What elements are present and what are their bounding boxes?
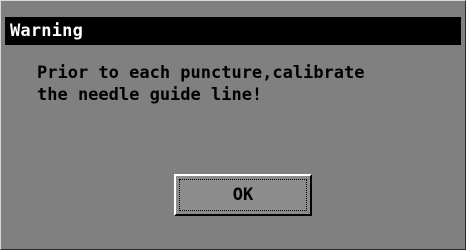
ok-button[interactable]: OK (174, 174, 312, 216)
message-line-1: Prior to each puncture,calibrate (37, 63, 365, 83)
warning-message: Prior to each puncture,calibrate the nee… (37, 62, 447, 106)
warning-dialog: Warning Prior to each puncture,calibrate… (0, 0, 466, 250)
dialog-title: Warning (10, 21, 84, 41)
message-line-2: the needle guide line! (37, 85, 263, 105)
title-bar: Warning (5, 17, 461, 45)
ok-button-label: OK (232, 185, 254, 205)
